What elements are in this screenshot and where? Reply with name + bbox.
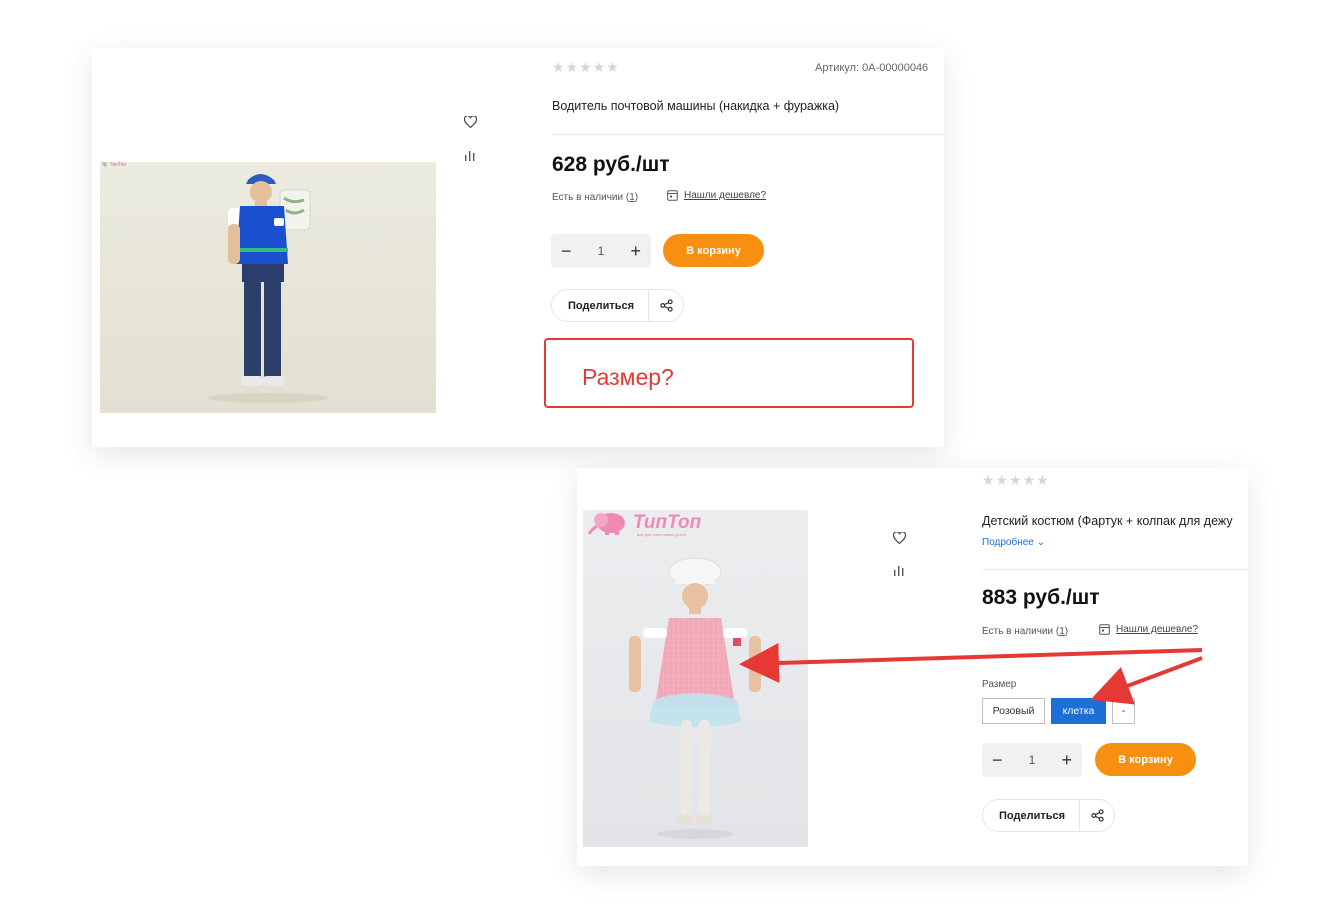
more-details-link[interactable]: Подробнее ⌄	[982, 537, 1045, 548]
product-title: Водитель почтовой машины (накидка + фура…	[552, 99, 840, 113]
quantity-stepper[interactable]: − 1 +	[982, 743, 1082, 777]
cheaper-label: Нашли дешевле?	[1116, 624, 1199, 635]
qty-minus-button[interactable]: −	[561, 242, 572, 260]
qty-value[interactable]: 1	[1029, 753, 1036, 767]
share-button[interactable]: Поделиться	[552, 290, 650, 321]
share-icon[interactable]	[1080, 800, 1114, 831]
product-photo-postman[interactable]: 🐘 ТипТоп	[100, 162, 436, 413]
share-button[interactable]: Поделиться	[983, 800, 1081, 831]
share-group: Поделиться	[551, 289, 685, 322]
qty-value[interactable]: 1	[598, 244, 605, 258]
share-icon[interactable]	[649, 290, 683, 321]
divider	[982, 569, 1248, 570]
compare-icon[interactable]	[891, 562, 907, 578]
cheaper-icon	[1099, 624, 1110, 635]
stock-text-end: )	[1064, 626, 1069, 637]
stock-text-end: )	[634, 192, 639, 203]
product-price: 883 руб./шт	[982, 586, 1100, 609]
add-to-cart-button[interactable]: В корзину	[663, 234, 764, 267]
elephant-logo-icon	[587, 513, 625, 535]
share-group: Поделиться	[982, 799, 1116, 832]
compare-icon[interactable]	[462, 147, 478, 163]
stock-text: Есть в наличии (	[552, 192, 630, 203]
article-number: Артикул: 0А-00000046	[815, 62, 929, 74]
cheaper-icon	[667, 190, 678, 201]
brand-logo: ТипТоп всё для счастливых детей	[587, 510, 702, 537]
size-option-pink[interactable]: Розовый	[982, 698, 1045, 724]
logo-brand-text: ТипТоп	[633, 512, 702, 533]
product-photo-chef[interactable]: ТипТоп всё для счастливых детей	[583, 510, 808, 847]
size-option-check[interactable]: клетка	[1051, 698, 1106, 724]
found-cheaper-link[interactable]: Нашли дешевле?	[667, 190, 766, 201]
product-card-chef: ТипТоп всё для счастливых детей ★★★★★ Де…	[577, 468, 1248, 866]
divider	[552, 134, 944, 135]
annotation-text: Размер?	[582, 364, 674, 390]
found-cheaper-link[interactable]: Нашли дешевле?	[1099, 624, 1198, 635]
size-label: Размер	[982, 679, 1017, 690]
boy-postman-illustration	[208, 174, 328, 403]
add-to-cart-button[interactable]: В корзину	[1095, 743, 1196, 776]
logo-tagline: всё для счастливых детей	[637, 532, 686, 537]
rating-stars[interactable]: ★★★★★	[982, 472, 1050, 489]
cheaper-label: Нашли дешевле?	[684, 190, 767, 201]
girl-chef-illustration	[629, 557, 761, 839]
quantity-stepper[interactable]: − 1 +	[551, 234, 651, 268]
stock-status: Есть в наличии (1)	[552, 192, 638, 203]
stock-status: Есть в наличии (1)	[982, 626, 1068, 637]
product-price: 628 руб./шт	[552, 153, 670, 176]
size-option-dash[interactable]: -	[1112, 698, 1135, 724]
qty-plus-button[interactable]: +	[630, 242, 641, 260]
product-title: Детский костюм (Фартук + колпак для дежу	[982, 514, 1233, 528]
stock-text: Есть в наличии (	[982, 626, 1060, 637]
photo-watermark: 🐘 ТипТоп	[102, 162, 127, 168]
size-question-annotation: Размер?	[544, 338, 914, 408]
favorite-heart-icon[interactable]	[891, 530, 907, 546]
qty-minus-button[interactable]: −	[992, 751, 1003, 769]
qty-plus-button[interactable]: +	[1061, 751, 1072, 769]
rating-stars[interactable]: ★★★★★	[552, 59, 620, 76]
favorite-heart-icon[interactable]	[462, 114, 478, 130]
